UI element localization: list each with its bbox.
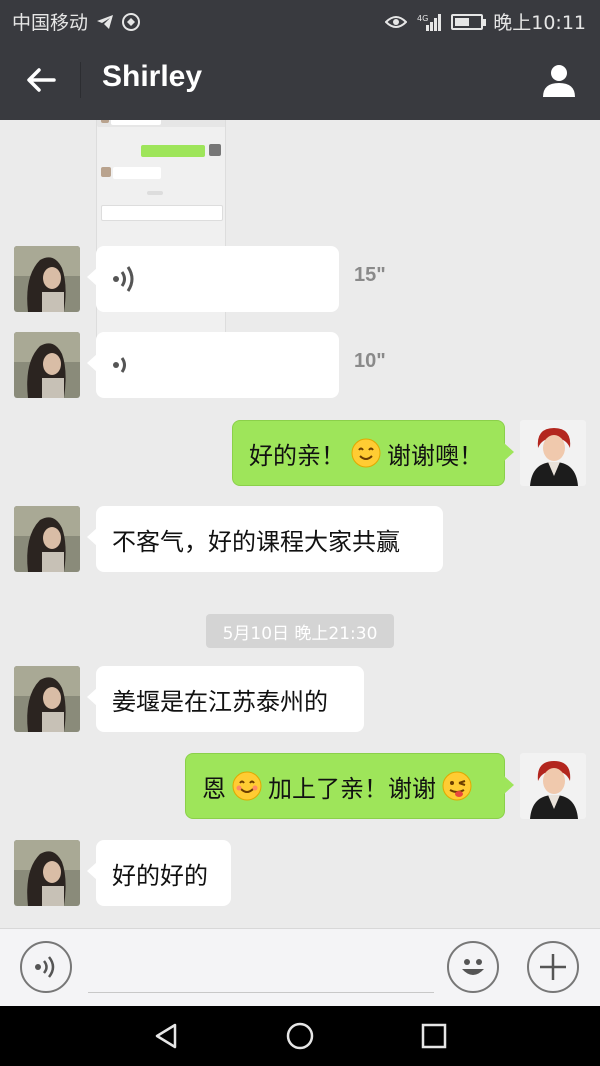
smiley-icon — [462, 959, 484, 975]
smiling-face-icon — [351, 438, 381, 468]
voice-wave-icon — [113, 357, 126, 373]
message-list[interactable]: 15" 10" 好的亲！ 谢谢噢！ 不客气，好的课程大家共赢 5月10日 晚上2… — [0, 120, 600, 928]
system-navigation-bar — [0, 1006, 600, 1066]
incoming-message-bubble[interactable]: 不客气，好的课程大家共赢 — [87, 506, 443, 572]
square-recents-icon — [421, 1023, 447, 1049]
message-text: 恩 — [202, 774, 226, 803]
contact-name: Shirley — [102, 60, 203, 93]
eye-icon — [385, 15, 408, 29]
person-icon — [543, 65, 575, 97]
signal-icon: 4G — [417, 13, 442, 31]
contact-avatar[interactable] — [14, 666, 80, 732]
plus-icon — [540, 954, 566, 980]
chat-header: Shirley — [0, 40, 600, 120]
voice-message-bubble[interactable] — [87, 246, 339, 312]
outgoing-message-bubble[interactable]: 好的亲！ 谢谢噢！ — [232, 420, 514, 486]
voice-icon — [35, 956, 55, 978]
voice-wave-icon — [113, 266, 134, 292]
message-timestamp: 5月10日 晚上21:30 — [206, 614, 394, 648]
back-button[interactable] — [18, 60, 64, 100]
my-avatar[interactable] — [520, 753, 586, 819]
circle-home-icon — [286, 1022, 314, 1050]
voice-duration: 10" — [354, 350, 386, 372]
nav-back-button[interactable] — [146, 1018, 186, 1054]
outgoing-message-bubble[interactable]: 恩 加上了亲！谢谢 — [185, 753, 514, 819]
back-arrow-icon — [27, 68, 56, 92]
winking-tongue-face-icon — [442, 771, 472, 801]
voice-message-bubble[interactable] — [87, 332, 339, 398]
app-notification-icon — [122, 12, 141, 31]
message-text-input[interactable] — [88, 943, 434, 993]
message-input-bar — [0, 928, 600, 1006]
voice-duration: 15" — [354, 264, 386, 286]
more-options-button[interactable] — [527, 941, 579, 993]
triangle-back-icon — [155, 1023, 177, 1049]
message-text: 好的好的 — [112, 861, 208, 890]
battery-icon — [451, 13, 487, 30]
nav-recents-button[interactable] — [414, 1018, 454, 1054]
status-bar: 中国移动 4G 晚上10:11 — [0, 0, 600, 40]
network-type-label: 4G — [417, 14, 428, 23]
my-avatar[interactable] — [520, 420, 586, 486]
message-text: 加上了亲！谢谢 — [268, 774, 436, 803]
message-text: 姜堰是在江苏泰州的 — [112, 687, 328, 716]
message-text: 谢谢噢！ — [387, 441, 483, 470]
voice-input-button[interactable] — [20, 941, 72, 993]
contact-avatar[interactable] — [14, 506, 80, 572]
blushing-face-icon — [232, 771, 262, 801]
telegram-icon — [96, 14, 114, 30]
contact-avatar[interactable] — [14, 840, 80, 906]
contact-profile-button[interactable] — [536, 58, 582, 102]
header-divider — [80, 62, 81, 98]
carrier-label: 中国移动 — [12, 12, 89, 34]
contact-avatar[interactable] — [14, 332, 80, 398]
image-message-thumbnail[interactable] — [96, 120, 226, 346]
message-text: 不客气，好的课程大家共赢 — [112, 527, 400, 556]
contact-avatar[interactable] — [14, 246, 80, 312]
incoming-message-bubble[interactable]: 好的好的 — [87, 840, 231, 906]
emoji-button[interactable] — [447, 941, 499, 993]
clock-label: 晚上10:11 — [493, 12, 586, 34]
nav-home-button[interactable] — [280, 1018, 320, 1054]
incoming-message-bubble[interactable]: 姜堰是在江苏泰州的 — [87, 666, 364, 732]
message-text: 好的亲！ — [249, 441, 345, 470]
